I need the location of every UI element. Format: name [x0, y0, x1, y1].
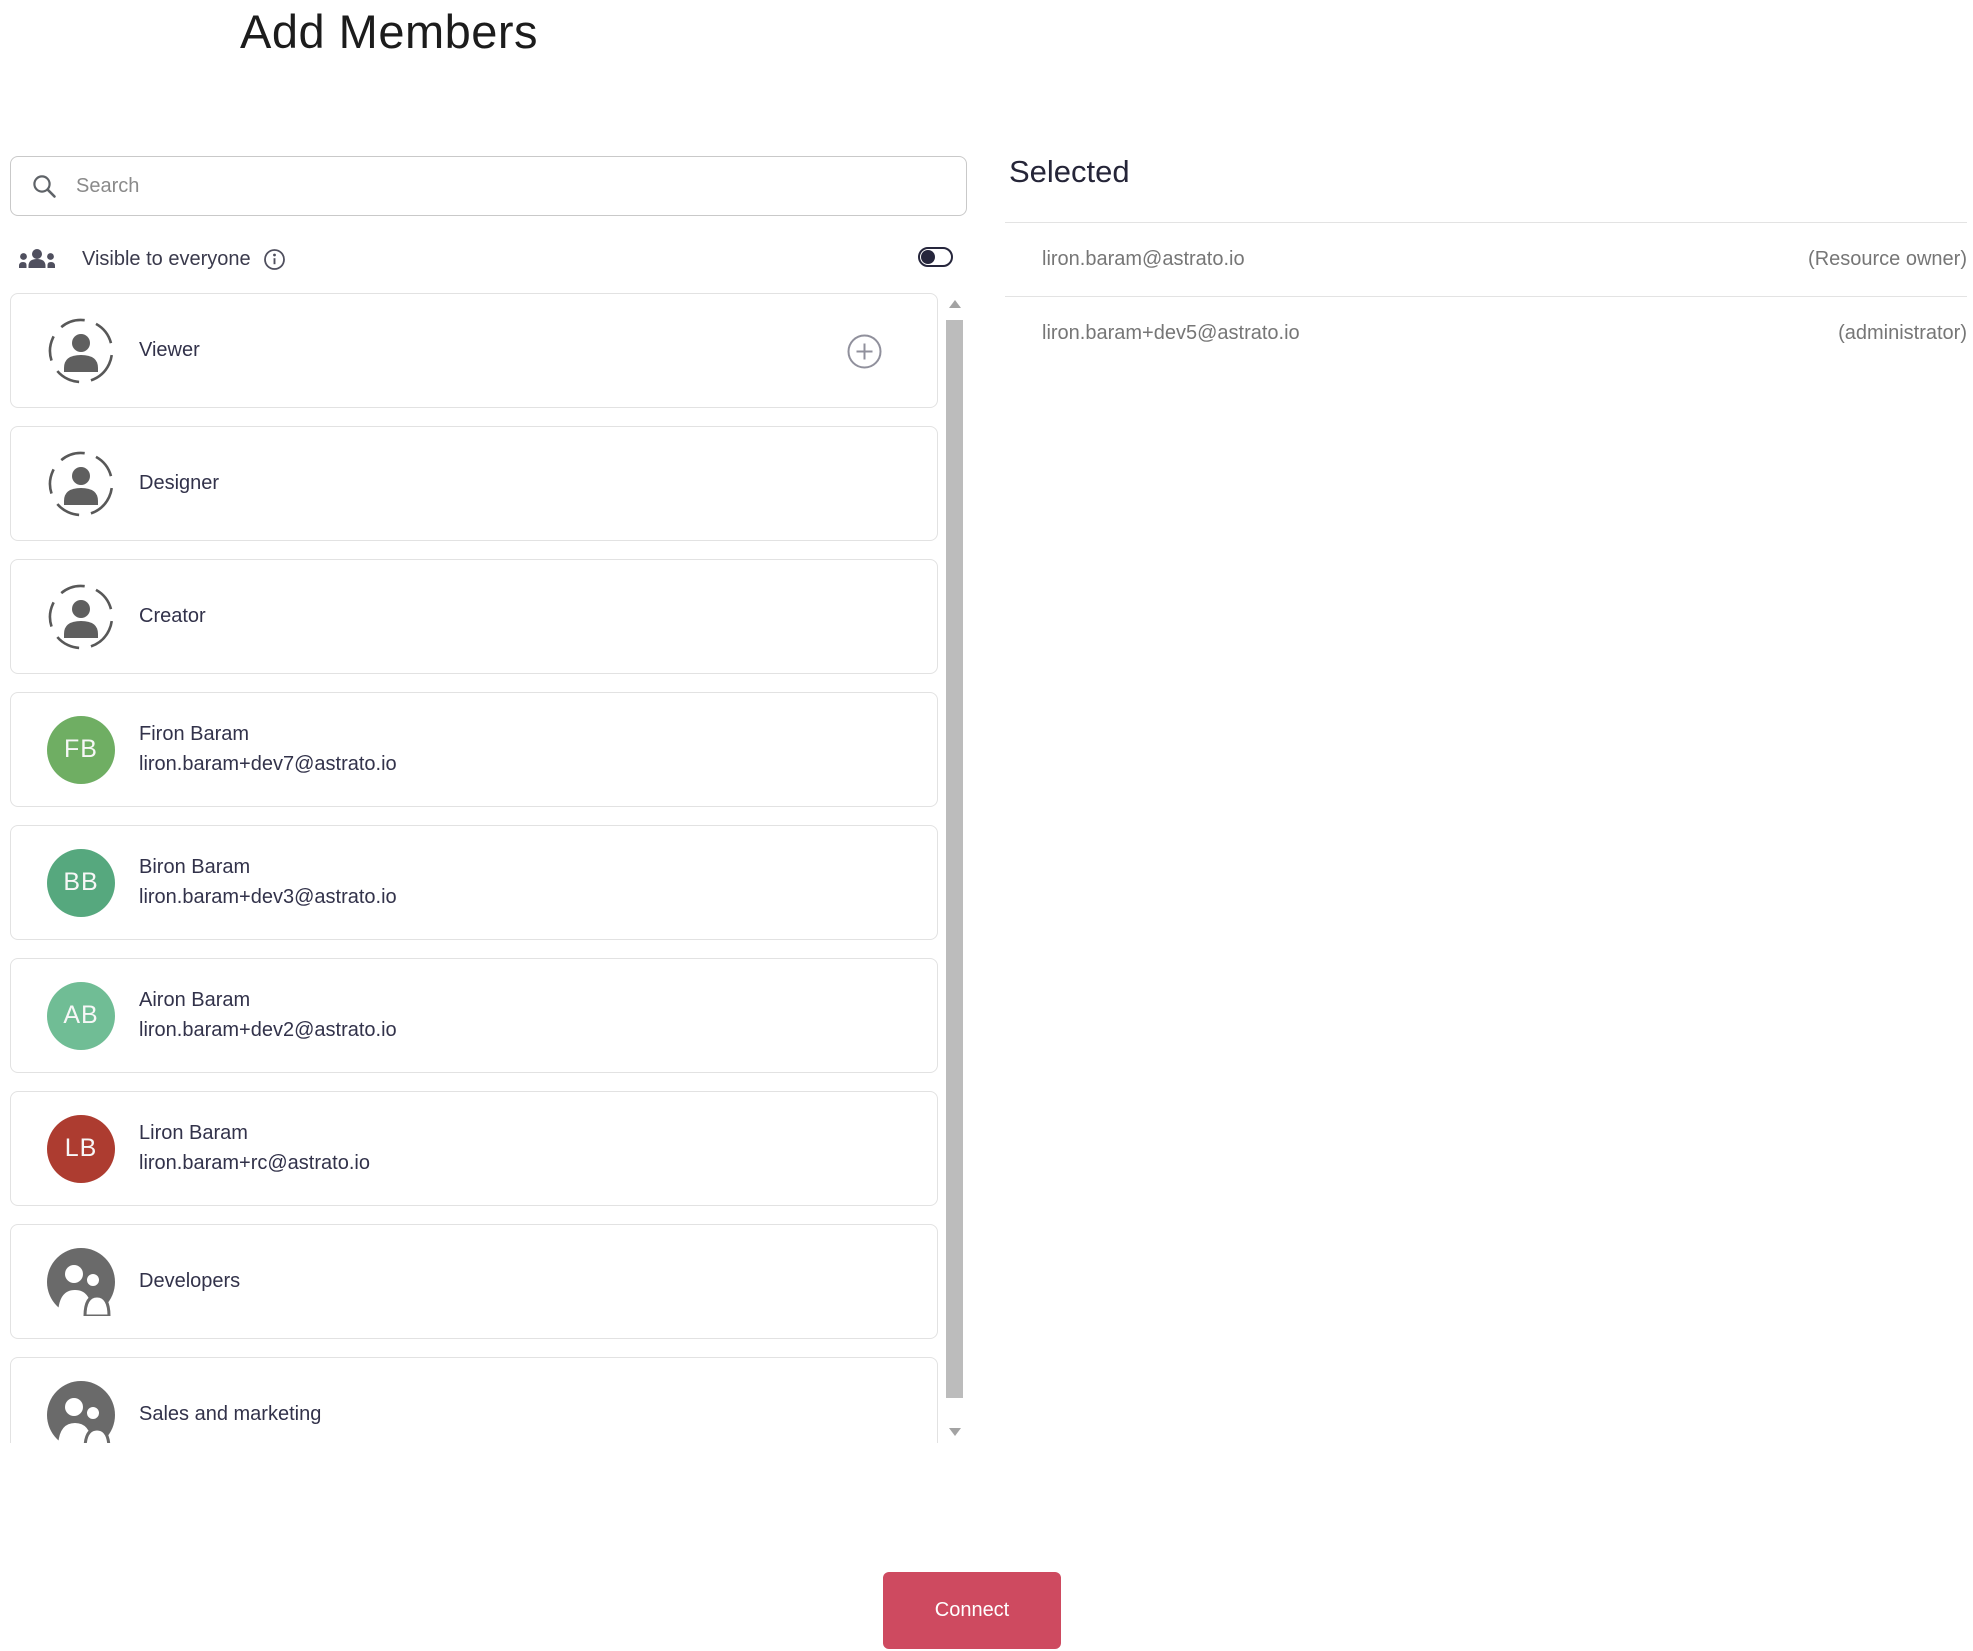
- selected-heading: Selected: [1009, 154, 1130, 189]
- member-name: Firon Baram: [139, 723, 250, 745]
- member-email: liron.baram+rc@astrato.io: [139, 1152, 370, 1174]
- search-box: [10, 156, 967, 216]
- info-icon[interactable]: [263, 248, 286, 271]
- member-email: liron.baram+dev3@astrato.io: [139, 886, 397, 908]
- group-label: Sales and marketing: [139, 1403, 322, 1425]
- group-label: Developers: [139, 1270, 241, 1292]
- list-item-role-designer[interactable]: Designer: [10, 426, 938, 541]
- member-name: Airon Baram: [139, 989, 251, 1011]
- list-item-role-viewer[interactable]: Viewer: [10, 293, 938, 408]
- visibility-label: Visible to everyone: [82, 247, 251, 270]
- connect-button[interactable]: Connect: [883, 1572, 1061, 1649]
- add-icon[interactable]: [847, 334, 882, 369]
- member-name: Liron Baram: [139, 1122, 248, 1144]
- list-item-group-developers[interactable]: Developers: [10, 1224, 938, 1339]
- list-item-group-sales[interactable]: Sales and marketing: [10, 1357, 938, 1443]
- list-item-user[interactable]: LB Liron Baram liron.baram+rc@astrato.io: [10, 1091, 938, 1206]
- avatar: AB: [47, 981, 115, 1050]
- scroll-down-icon[interactable]: [949, 1428, 961, 1436]
- role-label: Creator: [139, 605, 206, 627]
- visibility-toggle[interactable]: [918, 247, 953, 267]
- visibility-row: Visible to everyone: [18, 243, 967, 275]
- page-title: Add Members: [240, 5, 539, 58]
- member-list: Viewer Designer Creator FB Firon Baram l…: [10, 293, 967, 1443]
- role-label: Viewer: [139, 339, 200, 361]
- toggle-knob: [921, 250, 935, 264]
- list-item-user[interactable]: AB Airon Baram liron.baram+dev2@astrato.…: [10, 958, 938, 1073]
- selected-list: liron.baram@astrato.io (Resource owner) …: [1005, 222, 1967, 370]
- group-icon: [47, 1380, 115, 1443]
- selected-email: liron.baram+dev5@astrato.io: [1042, 322, 1300, 344]
- avatar: BB: [47, 848, 115, 917]
- role-person-icon: [47, 316, 115, 385]
- role-label: Designer: [139, 472, 220, 494]
- list-item-role-creator[interactable]: Creator: [10, 559, 938, 674]
- role-person-icon: [47, 449, 115, 518]
- member-email: liron.baram+dev7@astrato.io: [139, 753, 397, 775]
- scrollbar[interactable]: [946, 298, 964, 1438]
- member-email: liron.baram+dev2@astrato.io: [139, 1019, 397, 1041]
- member-name: Biron Baram: [139, 856, 251, 878]
- group-icon: [47, 1247, 115, 1316]
- selected-email: liron.baram@astrato.io: [1042, 248, 1245, 270]
- role-person-icon: [47, 582, 115, 651]
- list-item-user[interactable]: FB Firon Baram liron.baram+dev7@astrato.…: [10, 692, 938, 807]
- selected-role: (Resource owner): [1808, 248, 1967, 270]
- selected-item[interactable]: liron.baram+dev5@astrato.io (administrat…: [1005, 296, 1967, 370]
- avatar: FB: [47, 715, 115, 784]
- list-item-user[interactable]: BB Biron Baram liron.baram+dev3@astrato.…: [10, 825, 938, 940]
- scrollbar-thumb[interactable]: [946, 320, 963, 1398]
- search-input[interactable]: [76, 157, 966, 215]
- groups-icon: [18, 246, 56, 273]
- search-icon: [31, 173, 58, 200]
- avatar: LB: [47, 1114, 115, 1183]
- selected-item[interactable]: liron.baram@astrato.io (Resource owner): [1005, 222, 1967, 296]
- selected-role: (administrator): [1838, 322, 1967, 344]
- scroll-up-icon[interactable]: [949, 300, 961, 308]
